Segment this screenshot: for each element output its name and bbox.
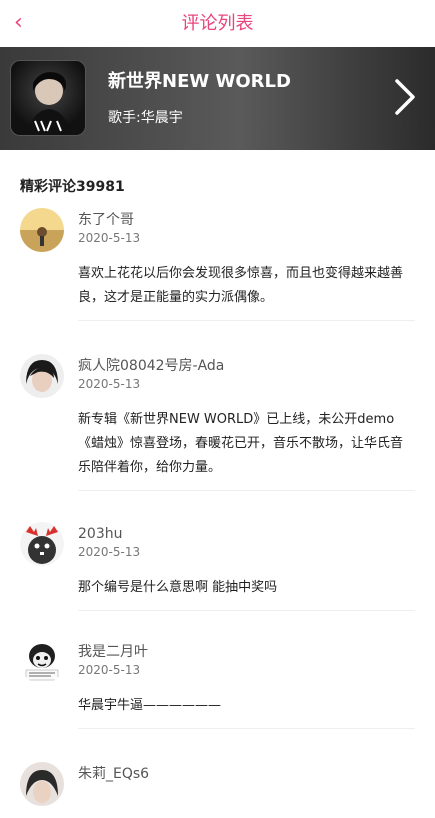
avatar[interactable] [20,208,64,252]
comment-text: 那个编号是什么意思啊 能抽中奖吗 [78,576,415,611]
comment-date: 2020-5-13 [78,231,141,245]
comment-date: 2020-5-13 [78,545,141,559]
comment-text: 华晨宇牛逼—————— [78,694,415,729]
avatar[interactable] [20,762,64,806]
top-nav: ‹ 评论列表 [0,0,435,47]
comment-item: 疯人院08042号房-Ada 2020-5-13 新专辑《新世界NEW WORL… [0,350,435,518]
album-singer: 歌手:华晨宇 [108,110,183,126]
comment-username[interactable]: 我是二月叶 [78,636,415,662]
comment-item: 我是二月叶 2020-5-13 华晨宇牛逼—————— [0,636,435,758]
avatar[interactable] [20,522,64,566]
comment-date: 2020-5-13 [78,377,141,391]
page-title: 评论列表 [181,13,254,34]
comment-username[interactable]: 203hu [78,518,415,544]
comment-username[interactable]: 疯人院08042号房-Ada [78,350,415,376]
comment-date: 2020-5-13 [78,663,141,677]
avatar[interactable] [20,640,64,684]
comment-username[interactable]: 东了个哥 [78,204,415,230]
album-name: 新世界NEW WORLD [108,71,291,92]
album-cover [10,60,86,136]
avatar[interactable] [20,354,64,398]
comment-text: 喜欢上花花以后你会发现很多惊喜，而且也变得越来越善良，这才是正能量的实力派偶像。 [78,262,415,321]
album-banner[interactable]: 新世界NEW WORLD 歌手:华晨宇 [0,47,435,150]
comment-item: 东了个哥 2020-5-13 喜欢上花花以后你会发现很多惊喜，而且也变得越来越善… [0,204,435,350]
comment-list: 东了个哥 2020-5-13 喜欢上花花以后你会发现很多惊喜，而且也变得越来越善… [0,204,435,818]
comment-text: 新专辑《新世界NEW WORLD》已上线，未公开demo《蜡烛》惊喜登场，春暖花… [78,408,415,491]
comments-count-title: 精彩评论39981 [20,179,125,195]
comment-item: 朱莉_EQs6 [0,758,435,818]
chevron-right-icon[interactable] [393,77,417,117]
comment-username[interactable]: 朱莉_EQs6 [78,758,415,784]
comment-item: 203hu 2020-5-13 那个编号是什么意思啊 能抽中奖吗 [0,518,435,636]
